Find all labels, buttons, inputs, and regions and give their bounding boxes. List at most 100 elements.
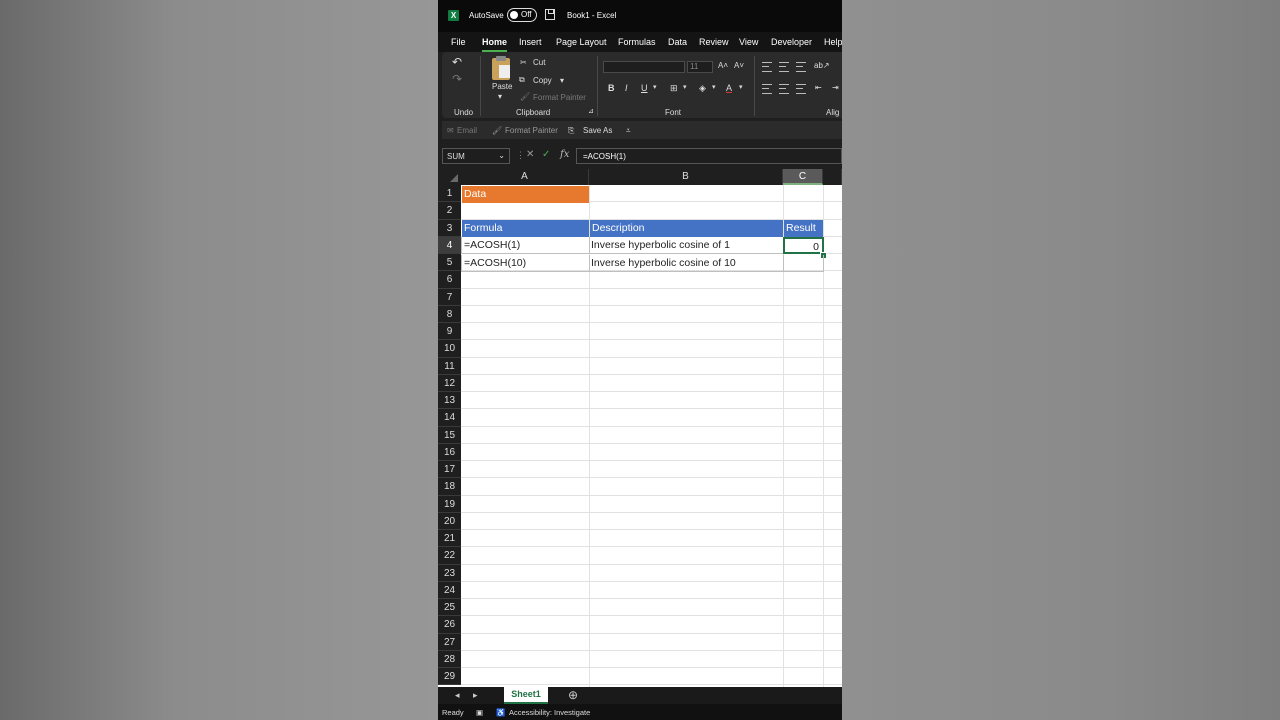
sheet-tab-sheet1[interactable]: Sheet1 [504, 687, 548, 704]
tab-help[interactable]: Help [824, 37, 842, 47]
row-header-28[interactable]: 28 [438, 650, 461, 668]
row-header-25[interactable]: 25 [438, 599, 461, 617]
orientation-icon[interactable]: ab↗ [814, 61, 830, 70]
email-button[interactable]: Email [457, 126, 477, 135]
align-center-icon[interactable] [779, 84, 789, 94]
fill-dropdown-icon[interactable]: ▾ [712, 83, 716, 91]
font-color-dropdown-icon[interactable]: ▾ [739, 83, 743, 91]
formula-input[interactable]: =ACOSH(1) [576, 148, 842, 164]
cancel-icon[interactable]: ✕ [526, 149, 534, 160]
enter-icon[interactable]: ✓ [542, 149, 550, 160]
font-size-combo[interactable]: 11 [687, 61, 713, 73]
font-name-combo[interactable] [603, 61, 685, 73]
tab-data[interactable]: Data [668, 37, 687, 47]
row-header-22[interactable]: 22 [438, 547, 461, 565]
align-bottom-icon[interactable] [796, 62, 806, 72]
row-header-21[interactable]: 21 [438, 530, 461, 548]
row-header-8[interactable]: 8 [438, 305, 461, 323]
cell-a5[interactable]: =ACOSH(10) [461, 255, 590, 272]
cell-c4-active[interactable]: 0 [783, 237, 824, 254]
tab-view[interactable]: View [739, 37, 758, 47]
autosave-toggle[interactable]: Off [507, 8, 537, 22]
row-header-7[interactable]: 7 [438, 288, 461, 306]
select-all-corner[interactable] [438, 169, 461, 185]
row-header-2[interactable]: 2 [438, 202, 461, 220]
tab-formulas[interactable]: Formulas [618, 37, 656, 47]
qat-format-painter-button[interactable]: Format Painter [505, 126, 558, 135]
tab-home[interactable]: Home [482, 37, 508, 52]
accessibility-status[interactable]: Accessibility: Investigate [509, 708, 590, 717]
cell-b3[interactable]: Description [590, 220, 783, 237]
row-header-16[interactable]: 16 [438, 443, 461, 461]
row-header-26[interactable]: 26 [438, 616, 461, 634]
tab-developer[interactable]: Developer [771, 37, 812, 47]
insert-function-icon[interactable]: fx [560, 149, 569, 160]
cell-b4[interactable]: Inverse hyperbolic cosine of 1 [589, 237, 784, 254]
name-box-dropdown-icon[interactable]: ⌄ [498, 151, 505, 160]
align-left-icon[interactable] [762, 84, 772, 94]
row-header-12[interactable]: 12 [438, 374, 461, 392]
column-header-d[interactable] [823, 169, 842, 185]
cell-a3[interactable]: Formula [462, 220, 589, 237]
borders-dropdown-icon[interactable]: ▾ [683, 83, 687, 91]
row-header-19[interactable]: 19 [438, 495, 461, 513]
paste-icon[interactable] [492, 56, 510, 80]
underline-dropdown-icon[interactable]: ▾ [653, 83, 657, 91]
row-header-15[interactable]: 15 [438, 426, 461, 444]
row-header-24[interactable]: 24 [438, 581, 461, 599]
row-header-23[interactable]: 23 [438, 564, 461, 582]
row-header-14[interactable]: 14 [438, 409, 461, 427]
column-header-b[interactable]: B [589, 169, 783, 185]
row-header-13[interactable]: 13 [438, 392, 461, 410]
save-as-button[interactable]: Save As [583, 126, 612, 135]
align-top-icon[interactable] [762, 62, 772, 72]
cell-b5[interactable]: Inverse hyperbolic cosine of 10 [589, 255, 784, 272]
tab-review[interactable]: Review [699, 37, 729, 47]
row-header-6[interactable]: 6 [438, 271, 461, 289]
align-right-icon[interactable] [796, 84, 806, 94]
decrease-font-icon[interactable]: A˅ [734, 61, 744, 70]
row-header-1[interactable]: 1 [438, 185, 461, 203]
cell-a4[interactable]: =ACOSH(1) [461, 237, 590, 254]
row-header-3[interactable]: 3 [438, 219, 461, 237]
underline-button[interactable]: U [641, 83, 648, 93]
next-sheet-icon[interactable]: ▸ [473, 690, 478, 701]
copy-button[interactable]: Copy [533, 76, 552, 85]
undo-icon[interactable]: ↶ [452, 55, 462, 69]
row-header-11[interactable]: 11 [438, 357, 461, 375]
cell-c5[interactable] [783, 255, 824, 272]
cell-c3[interactable]: Result [784, 220, 823, 237]
row-header-9[interactable]: 9 [438, 323, 461, 341]
save-icon[interactable] [545, 9, 555, 20]
row-header-27[interactable]: 27 [438, 633, 461, 651]
borders-icon[interactable]: ⊞ [670, 83, 678, 94]
prev-sheet-icon[interactable]: ◂ [455, 690, 460, 701]
font-color-icon[interactable]: A [726, 83, 732, 93]
row-header-10[interactable]: 10 [438, 340, 461, 358]
name-box[interactable]: SUM ⌄ [442, 148, 510, 164]
column-header-c[interactable]: C [783, 169, 823, 185]
increase-indent-icon[interactable]: ⇥ [832, 83, 839, 92]
row-header-18[interactable]: 18 [438, 478, 461, 496]
paste-button[interactable]: Paste [492, 82, 512, 91]
increase-font-icon[interactable]: A˄ [718, 61, 728, 70]
tab-insert[interactable]: Insert [519, 37, 542, 47]
redo-icon[interactable]: ↷ [452, 72, 462, 86]
fill-color-icon[interactable]: ◈ [699, 83, 706, 94]
row-header-17[interactable]: 17 [438, 461, 461, 479]
macro-record-icon[interactable]: ▣ [476, 708, 483, 717]
row-header-4[interactable]: 4 [438, 236, 461, 254]
bold-button[interactable]: B [608, 83, 615, 93]
cell-a1[interactable]: Data [462, 186, 589, 203]
add-sheet-icon[interactable]: ⊕ [568, 688, 578, 702]
row-header-20[interactable]: 20 [438, 512, 461, 530]
tab-page-layout[interactable]: Page Layout [556, 37, 607, 47]
copy-dropdown-icon[interactable]: ▾ [560, 76, 564, 85]
italic-button[interactable]: I [625, 83, 628, 93]
format-painter-button[interactable]: Format Painter [533, 93, 586, 102]
worksheet-grid[interactable]: A B C 1 2 3 4 5 6 7 8 9 10 11 12 13 14 15 16 17 18 19 20 21 2… [438, 169, 842, 687]
decrease-indent-icon[interactable]: ⇤ [815, 83, 822, 92]
column-header-a[interactable]: A [461, 169, 589, 185]
row-header-29[interactable]: 29 [438, 668, 461, 686]
qat-customize-icon[interactable]: ⩡ [626, 126, 631, 136]
